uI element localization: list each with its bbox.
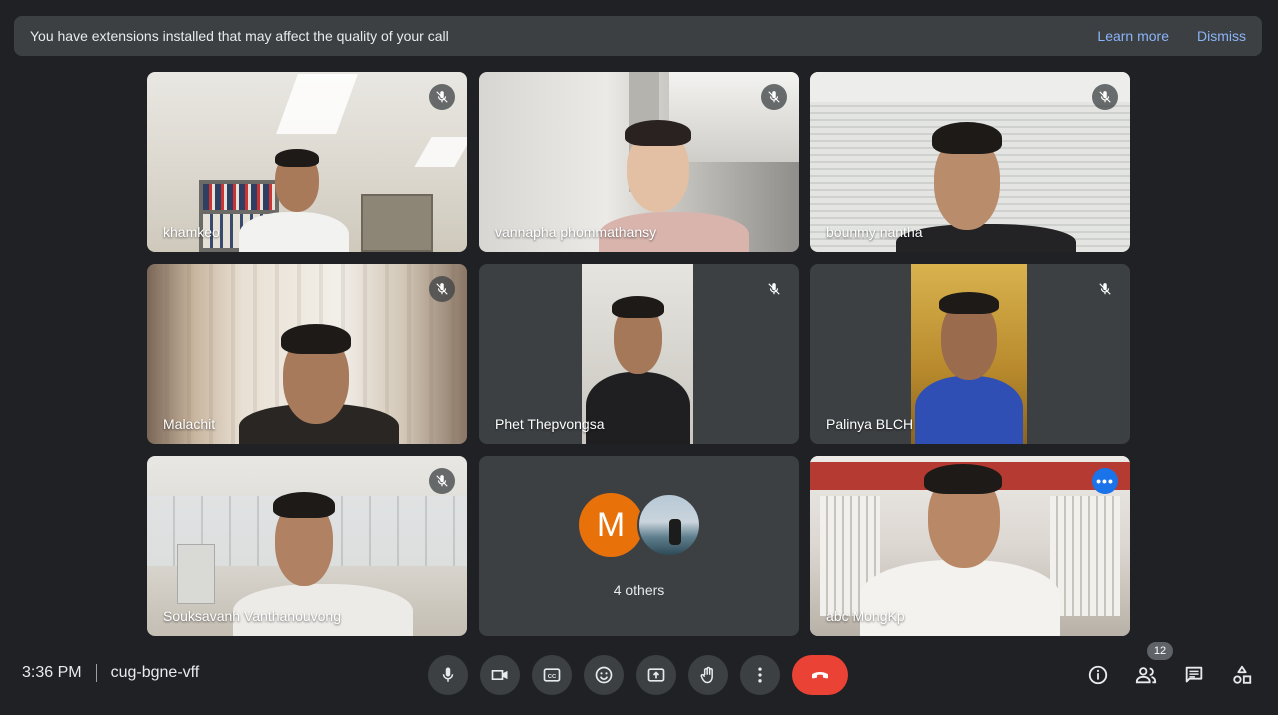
meeting-code: cug-bgne-vff: [110, 664, 200, 681]
others-count-label: 4 others: [613, 582, 665, 598]
more-vert-icon: [758, 667, 762, 683]
svg-text:CC: CC: [548, 674, 557, 680]
leave-call-button[interactable]: [792, 655, 848, 695]
emoji-reaction-button[interactable]: [584, 655, 624, 695]
avatar: M: [579, 493, 643, 557]
participant-tile[interactable]: Souksavanh Vanthanouvong: [147, 456, 467, 636]
participant-name: Malachit: [163, 416, 216, 432]
participant-name: abc MongKp: [826, 608, 905, 624]
activities-button[interactable]: [1224, 657, 1260, 693]
camera-icon: [491, 670, 508, 680]
participant-name: Souksavanh Vanthanouvong: [163, 608, 341, 624]
video-feed: [911, 264, 1027, 444]
participant-name: Phet Thepvongsa: [495, 416, 605, 432]
mic-off-icon: [429, 84, 455, 110]
mic-off-icon: [761, 276, 787, 302]
participant-name: khamkeo: [163, 224, 220, 240]
mic-off-icon: [1092, 276, 1118, 302]
clock: 3:36 PM: [22, 664, 82, 681]
people-button[interactable]: [1128, 657, 1164, 693]
participant-name: Palinya BLCH: [826, 416, 914, 432]
participant-tile[interactable]: Phet Thepvongsa: [479, 264, 799, 444]
people-icon: [1135, 667, 1157, 684]
mic-off-icon: [429, 468, 455, 494]
activities-icon: [1233, 665, 1252, 684]
participant-tile[interactable]: Malachit: [147, 264, 467, 444]
participant-name: bounmy nantha: [826, 224, 923, 240]
participant-tile[interactable]: vannapha phommathansy: [479, 72, 799, 252]
others-tile[interactable]: M 4 others: [479, 456, 799, 636]
camera-button[interactable]: [480, 655, 520, 695]
more-options-button[interactable]: [740, 655, 780, 695]
present-icon: [647, 668, 665, 682]
meeting-details-button[interactable]: [1080, 657, 1116, 693]
participant-tile[interactable]: khamkeo: [147, 72, 467, 252]
mic-off-icon: [761, 84, 787, 110]
learn-more-link[interactable]: Learn more: [1097, 28, 1169, 44]
end-call-icon: [812, 672, 828, 679]
participant-name: vannapha phommathansy: [495, 224, 657, 240]
participant-tile[interactable]: Palinya BLCH: [810, 264, 1130, 444]
mic-off-icon: [429, 276, 455, 302]
participant-tile-self[interactable]: ••• abc MongKp: [810, 456, 1130, 636]
captions-icon: CC: [543, 668, 561, 682]
video-grid: khamkeo vannapha phommathansy bounmy nan…: [147, 72, 1130, 636]
extensions-warning-banner: You have extensions installed that may a…: [14, 16, 1262, 56]
chat-button[interactable]: [1176, 657, 1212, 693]
participant-count-badge: 12: [1147, 642, 1173, 660]
avatar: [637, 493, 701, 557]
mic-off-icon: [1092, 84, 1118, 110]
emoji-icon: [595, 666, 613, 684]
raise-hand-icon: [700, 666, 713, 684]
captions-button[interactable]: CC: [532, 655, 572, 695]
raise-hand-button[interactable]: [688, 655, 728, 695]
participant-tile[interactable]: bounmy nantha: [810, 72, 1130, 252]
divider: [95, 664, 97, 682]
mic-icon: [442, 667, 454, 682]
present-screen-button[interactable]: [636, 655, 676, 695]
more-options-icon[interactable]: •••: [1092, 468, 1118, 494]
microphone-button[interactable]: [428, 655, 468, 695]
banner-message: You have extensions installed that may a…: [30, 28, 449, 44]
dismiss-button[interactable]: Dismiss: [1197, 28, 1246, 44]
chat-icon: [1185, 666, 1203, 683]
info-icon: [1088, 665, 1108, 685]
meeting-info: 3:36 PM cug-bgne-vff: [22, 664, 199, 682]
